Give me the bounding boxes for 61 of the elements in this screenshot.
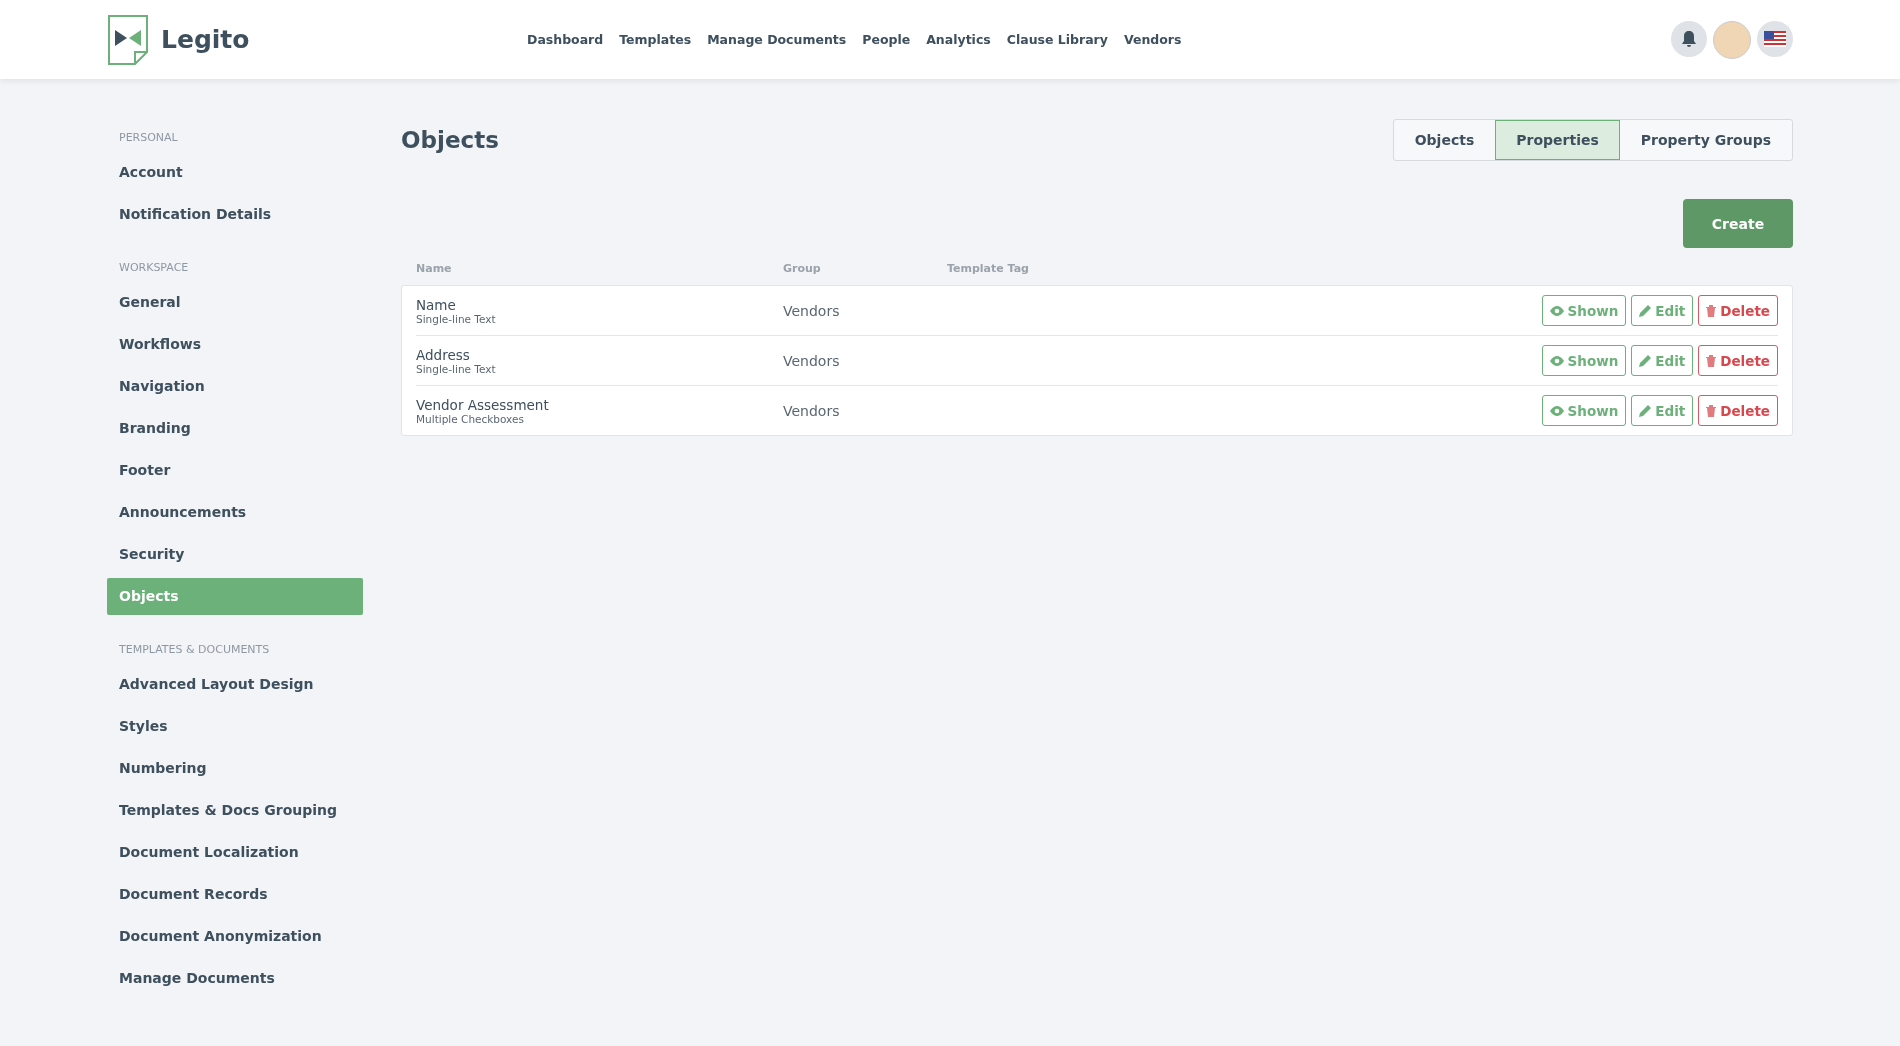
pencil-icon — [1639, 404, 1652, 417]
sidebar-item[interactable]: Styles — [107, 708, 363, 745]
notification-button[interactable] — [1671, 20, 1707, 57]
delete-button[interactable]: Delete — [1698, 295, 1778, 326]
flag-icon — [1764, 30, 1786, 47]
sidebar-item[interactable]: Document Localization — [107, 834, 363, 871]
trash-icon — [1706, 404, 1717, 417]
property-name: Vendor Assessment — [416, 396, 550, 413]
sidebar-item[interactable]: Notification Details — [107, 196, 363, 233]
property-name: Name — [416, 296, 457, 313]
nav-link[interactable]: Templates — [619, 32, 692, 47]
logo-icon — [107, 13, 151, 66]
sidebar-item[interactable]: Navigation — [107, 368, 363, 405]
logo-text: Legito — [161, 25, 250, 54]
sidebar-item[interactable]: Manage Documents — [107, 960, 363, 997]
sidebar-item[interactable]: Document Records — [107, 876, 363, 913]
column-header: Template Tag — [947, 262, 1029, 275]
tab[interactable]: Objects — [1393, 120, 1496, 160]
nav-link[interactable]: People — [862, 32, 911, 47]
eye-icon — [1549, 305, 1564, 316]
property-type: Single-line Text — [416, 362, 497, 375]
tab[interactable]: Properties — [1495, 120, 1620, 160]
section-heading: PERSONAL — [118, 131, 179, 144]
eye-icon — [1549, 405, 1564, 416]
nav-link[interactable]: Dashboard — [527, 32, 604, 47]
property-type: Single-line Text — [416, 312, 497, 325]
section-heading: TEMPLATES & DOCUMENTS — [118, 643, 271, 656]
tab[interactable]: Property Groups — [1619, 120, 1792, 160]
pencil-icon — [1639, 304, 1652, 317]
sidebar-item[interactable]: Account — [107, 154, 363, 191]
column-header: Group — [783, 262, 822, 275]
sidebar-item[interactable]: General — [107, 284, 363, 321]
eye-icon — [1549, 355, 1564, 366]
trash-icon — [1706, 304, 1717, 317]
property-name: Address — [416, 346, 471, 363]
sidebar-item[interactable]: Security — [107, 536, 363, 573]
nav-link[interactable]: Vendors — [1123, 32, 1182, 47]
sidebar-item[interactable]: Branding — [107, 410, 363, 447]
nav-link[interactable]: Manage Documents — [707, 32, 847, 47]
sidebar-item[interactable]: Numbering — [107, 750, 363, 787]
group-cell-text: Vendors — [783, 302, 841, 319]
delete-button[interactable]: Delete — [1698, 345, 1778, 376]
bell-icon — [1681, 29, 1697, 48]
group-cell-text: Vendors — [783, 402, 841, 419]
column-header: Name — [416, 262, 453, 275]
pencil-icon — [1639, 354, 1652, 367]
page-title: Objects — [401, 127, 499, 153]
nav-link[interactable]: Clause Library — [1006, 32, 1108, 47]
group-cell-text: Vendors — [783, 352, 841, 369]
section-heading: WORKSPACE — [118, 261, 190, 274]
sidebar-item[interactable]: Workflows — [107, 326, 363, 363]
nav-link[interactable]: Analytics — [926, 32, 991, 47]
property-type: Multiple Checkboxes — [416, 412, 525, 425]
sidebar-item[interactable]: Announcements — [107, 494, 363, 531]
language-button[interactable] — [1757, 20, 1793, 57]
sidebar-item[interactable]: Advanced Layout Design — [107, 666, 363, 703]
delete-button[interactable]: Delete — [1698, 395, 1778, 426]
sidebar-item[interactable]: Templates & Docs Grouping — [107, 792, 363, 829]
sidebar-item[interactable]: Footer — [107, 452, 363, 489]
trash-icon — [1706, 354, 1717, 367]
sidebar-item[interactable]: Document Anonymization — [107, 918, 363, 955]
